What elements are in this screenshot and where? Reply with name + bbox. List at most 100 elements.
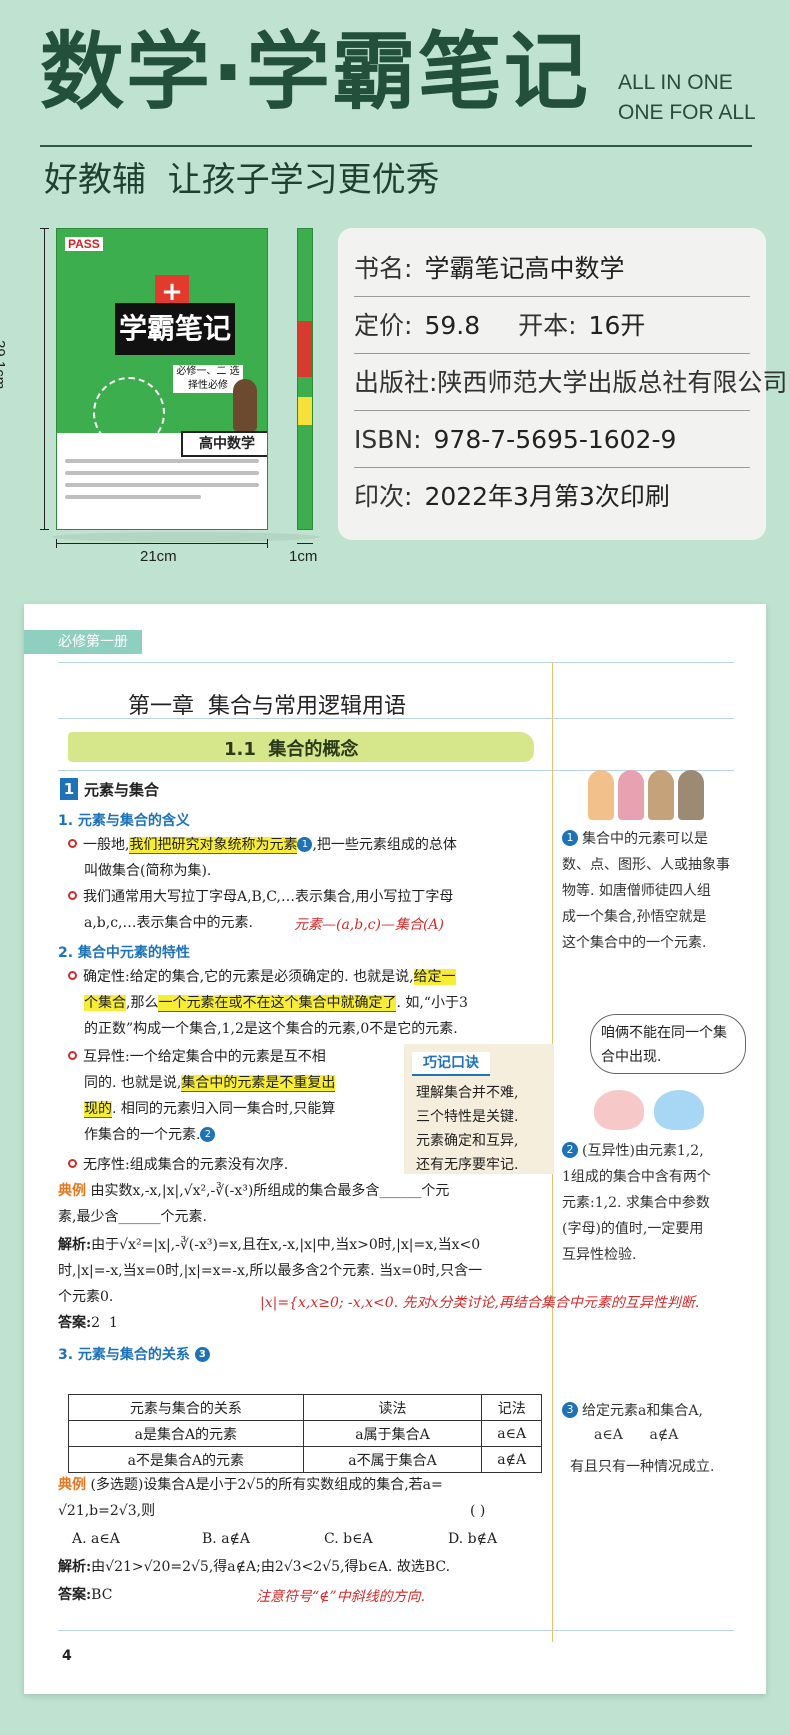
side-note-1d: 成一个集合,孙悟空就是 (562, 909, 707, 925)
heading-3: 3. 元素与集合的关系 3 (58, 1344, 210, 1364)
chapter-title: 第一章 集合与常用逻辑用语 (128, 694, 406, 719)
para-1b: 叫做集合(简称为集). (84, 863, 212, 879)
para-1a: 一般地,我们把研究对象统称为元素 1 ,把一些元素组成的总体 (68, 832, 457, 858)
side-note-1c: 物等. 如唐僧师徒四人组 (562, 883, 711, 899)
side-note-1a: 1 集合中的元素可以是 (562, 826, 708, 852)
para-5: 无序性:组成集合的元素没有次序. (68, 1152, 288, 1178)
info-isbn-key: ISBN: (354, 425, 422, 454)
table-row: a是集合A的元素 a属于集合A a∈A (68, 1420, 542, 1447)
solution-1b: 时,|x|=-x,当x=0时,|x|=x=-x,所以最多含2个元素. 当x=0时… (58, 1263, 483, 1279)
spine-label: 1cm (289, 548, 318, 565)
para-4d: 作集合的一个元素. 2 (84, 1122, 216, 1148)
blue-character-icon (654, 1090, 704, 1130)
characters-illustration (584, 754, 714, 820)
example-2b: √21,b=2√3,则 (58, 1503, 156, 1519)
side-note-2e: 互异性检验. (562, 1247, 637, 1263)
bullet-icon (68, 839, 77, 848)
brand-logo: PASS (65, 237, 103, 251)
info-price-value: 59.8 (424, 311, 481, 340)
slogan-line-2: ONE FOR ALL (618, 101, 756, 124)
para-2a: 我们通常用大写拉丁字母A,B,C,…表示集合,用小写拉丁字母 (68, 884, 453, 910)
bullet-icon (68, 971, 77, 980)
info-print-row: 印次: 2022年3月第3次印刷 (354, 468, 750, 525)
cover-figure-icon (233, 379, 257, 431)
example-1a: 典例 由实数x,-x,|x|,√x²,-∛(-x³)所组成的集合最多含_____… (58, 1183, 450, 1199)
para-3a: 确定性:给定的集合,它的元素是必须确定的. 也就是说,给定一 (68, 964, 456, 990)
speech-bubble: 咱俩不能在同一个集合中出现. (590, 1014, 746, 1074)
answer-2: 答案:BC (58, 1587, 113, 1603)
table-cell: a不属于集合A (302, 1446, 483, 1473)
header-divider (40, 145, 752, 147)
para-2b: a,b,c,…表示集合中的元素. (84, 915, 253, 931)
info-name-key: 书名: (354, 254, 413, 283)
para-4c: 现的. 相同的元素归入同一集合时,只能算 (84, 1101, 336, 1118)
option-c: C. b∈A (324, 1531, 373, 1547)
option-b: B. a∉A (202, 1531, 251, 1547)
info-isbn-row: ISBN: 978-7-5695-1602-9 (354, 411, 750, 468)
height-label: 29.1cm (0, 340, 8, 390)
table-header-row: 元素与集合的关系 读法 记法 (68, 1394, 542, 1421)
side-note-1b: 数、点、图形、人或抽象事 (562, 857, 730, 873)
heading-1: 1. 元素与集合的含义 (58, 813, 190, 829)
book-cover: PASS + 学霸笔记 必修一、二 选择性必修 高中数学 (56, 228, 268, 530)
annotation-3: 注意符号“∉”中斜线的方向. (256, 1589, 426, 1605)
block-number: 1 (60, 778, 78, 800)
option-d: D. b∉A (448, 1531, 498, 1547)
spine-dimension-line (297, 543, 313, 544)
info-format-value: 16开 (588, 311, 646, 340)
example-1b: 素,最少含______个元素. (58, 1209, 207, 1225)
info-price-row: 定价: 59.8 开本: 16开 (354, 297, 750, 354)
pink-character-icon (594, 1090, 644, 1130)
subtitle: 好教辅 让孩子学习更优秀 (44, 160, 440, 200)
info-format-key: 开本: (518, 311, 577, 340)
side-note-3a: 3 给定元素a和集合A, (562, 1398, 703, 1424)
bullet-icon (68, 1051, 77, 1060)
cover-subject: 高中数学 (181, 431, 267, 457)
side-note-3c: 有且只有一种情况成立. (570, 1459, 715, 1475)
side-note-3b: a∈A a∉A (594, 1427, 679, 1443)
tip-line-2: 三个特性是关键. (416, 1109, 519, 1125)
info-publisher-row: 出版社:陕西师范大学出版总社有限公司 (354, 354, 787, 411)
para-4b: 同的. 也就是说,集合中的元素是不重复出 (84, 1075, 336, 1092)
main-title: 数学·学霸笔记 (40, 23, 590, 121)
relation-table: 元素与集合的关系 读法 记法 a是集合A的元素 a属于集合A a∈A a不是集合… (68, 1394, 542, 1473)
bullet-icon (68, 891, 77, 900)
slogan: ALL IN ONE ONE FOR ALL (618, 68, 756, 128)
info-print-key: 印次: (354, 482, 413, 511)
height-dimension-line (40, 228, 49, 530)
heading-2: 2. 集合中元素的特性 (58, 945, 190, 961)
tip-line-4: 还有无序要牢记. (416, 1157, 519, 1173)
tip-line-1: 理解集合并不难, (416, 1085, 519, 1101)
block-title: 元素与集合 (84, 781, 160, 799)
solution-1c: 个元素0. (58, 1289, 114, 1305)
width-label: 21cm (140, 548, 177, 565)
width-dimension-line (56, 539, 268, 548)
para-3b: 个集合,那么一个元素在或不在这个集合中就确定了. 如,“小于3 (84, 995, 468, 1012)
solution-1a: 解析:由于√x²=|x|,-∛(-x³)=x,且在x,-x,|x|中,当x>0时… (58, 1237, 481, 1253)
side-note-2d: (字母)的值时,一定要用 (562, 1221, 704, 1237)
solution-2: 解析:由√21>√20=2√5,得a∉A;由2√3<2√5,得b∈A. 故选BC… (58, 1559, 451, 1575)
tip-line-3: 元素确定和互异, (416, 1133, 519, 1149)
table-header: 读法 (302, 1394, 483, 1421)
side-note-1e: 这个集合中的一个元素. (562, 935, 707, 951)
table-cell: a∈A (481, 1420, 542, 1447)
book-spine (297, 228, 313, 530)
section-title: 1.1 集合的概念 (224, 739, 359, 760)
page-number: 4 (62, 1648, 72, 1664)
example-2a: 典例 (多选题)设集合A是小于2√5的所有实数组成的集合,若a= (58, 1477, 443, 1493)
table-cell: a不是集合A的元素 (68, 1446, 304, 1473)
side-note-2b: 1组成的集合中含有两个 (562, 1169, 711, 1185)
tip-tag: 巧记口诀 (412, 1052, 490, 1076)
slogan-line-1: ALL IN ONE (618, 71, 733, 94)
volume-tab: 必修第一册 (24, 630, 142, 654)
answer-1: 答案:2 1 (58, 1315, 118, 1331)
side-note-2c: 元素:1,2. 求集合中参数 (562, 1195, 710, 1211)
table-cell: a∉A (481, 1446, 542, 1473)
para-4a: 互异性:一个给定集合中的元素是互不相 (68, 1044, 326, 1070)
info-publisher: 出版社:陕西师范大学出版总社有限公司 (354, 368, 788, 397)
example-2-paren: ( ) (470, 1503, 486, 1519)
sample-page: 必修第一册 第一章 集合与常用逻辑用语 1.1 集合的概念 1 元素与集合 1.… (24, 604, 766, 1694)
table-row: a不是集合A的元素 a不属于集合A a∉A (68, 1446, 542, 1473)
table-header: 记法 (481, 1394, 542, 1421)
option-a: A. a∈A (72, 1531, 120, 1547)
